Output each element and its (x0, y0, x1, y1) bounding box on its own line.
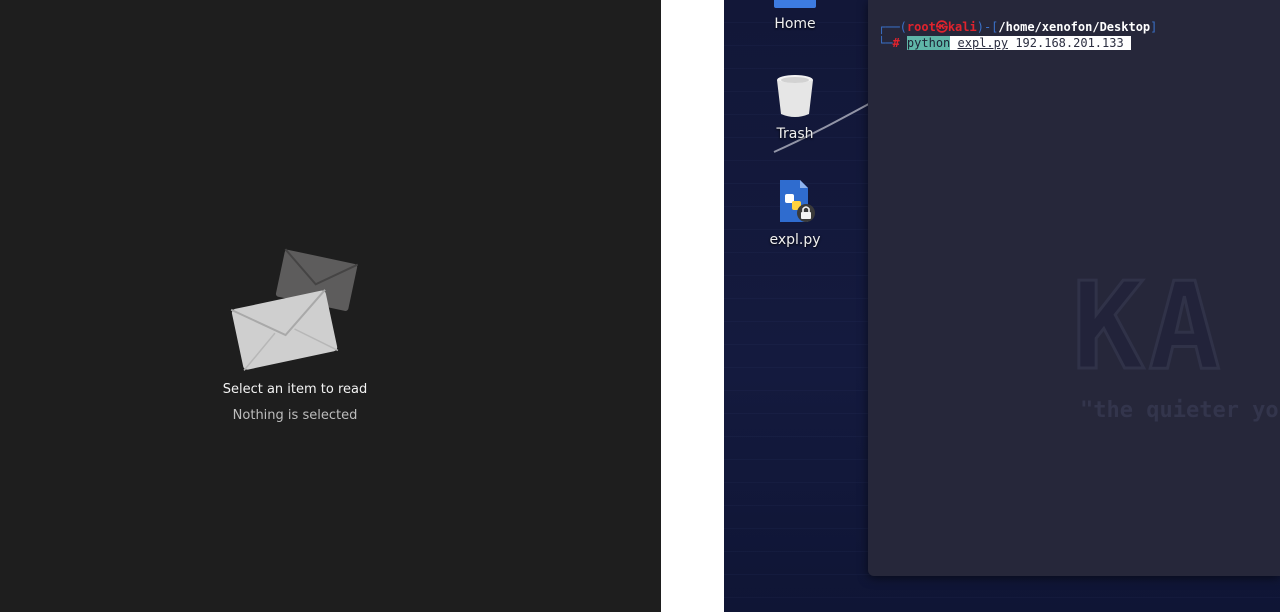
terminal-command-line[interactable]: └─# python expl.py 192.168.201.133 (878, 35, 1131, 51)
window-gap (661, 0, 724, 612)
python-file-locked-icon (780, 180, 815, 222)
wallpaper-tagline: "the quieter yo (1080, 398, 1279, 423)
desktop-icon-trash[interactable]: Trash (755, 74, 835, 142)
desktop-icon-label: expl.py (769, 232, 821, 248)
command-arg-ip: 192.168.201.133 (1015, 36, 1124, 50)
empty-state-title: Select an item to read (222, 382, 368, 397)
wallpaper-kali-text: KA (1071, 257, 1225, 399)
terminal-window[interactable]: KA "the quieter yo ┌──(root㉿kali)-[/home… (868, 0, 1280, 576)
desktop-icon-label: Trash (776, 126, 814, 142)
prompt-hash: # (892, 36, 900, 50)
terminal-prompt-line: ┌──(root㉿kali)-[/home/xenofon/Desktop] (878, 20, 1158, 34)
reading-pane: Select an item to read Nothing is select… (0, 0, 661, 612)
desktop-icon-expl-py[interactable]: expl.py (755, 180, 835, 248)
empty-state-subtitle: Nothing is selected (232, 408, 358, 423)
prompt-user: root (906, 20, 936, 34)
envelopes-illustration-icon (230, 248, 359, 371)
prompt-host: kali (947, 20, 977, 34)
prompt-path: /home/xenofon/Desktop (998, 20, 1151, 34)
command-name: python (906, 36, 951, 50)
desktop-icon-home[interactable]: Home (755, 0, 835, 32)
home-folder-icon (774, 0, 816, 8)
desktop-icon-label: Home (774, 16, 816, 32)
trash-bin-icon (777, 75, 813, 117)
command-arg-file: expl.py (957, 36, 1009, 50)
